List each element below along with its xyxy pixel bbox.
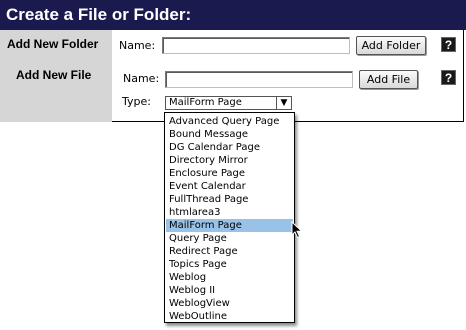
file-type-label: Type:: [122, 95, 151, 108]
folder-name-label: Name:: [119, 39, 156, 52]
type-option[interactable]: Weblog II: [166, 284, 293, 297]
add-new-folder-label: Add New Folder: [7, 37, 99, 51]
panel-title: Create a File or Folder:: [6, 5, 192, 24]
type-option[interactable]: FullThread Page: [166, 193, 293, 206]
file-name-input[interactable]: [165, 71, 353, 88]
chevron-down-icon[interactable]: ▼: [276, 97, 291, 109]
type-option[interactable]: Bound Message: [166, 128, 293, 141]
type-option[interactable]: DG Calendar Page: [166, 141, 293, 154]
type-option[interactable]: Event Calendar: [166, 180, 293, 193]
mouse-pointer-icon: [291, 221, 303, 239]
add-new-file-label: Add New File: [16, 68, 92, 82]
folder-name-input[interactable]: [162, 37, 350, 54]
type-option[interactable]: htmlarea3: [166, 206, 293, 219]
file-type-select[interactable]: MailForm Page ▼: [165, 96, 292, 110]
type-option[interactable]: WeblogView: [166, 297, 293, 310]
type-option[interactable]: MailForm Page: [166, 219, 293, 232]
type-option[interactable]: Enclosure Page: [166, 167, 293, 180]
type-option[interactable]: Query Page: [166, 232, 293, 245]
file-name-label: Name:: [123, 72, 160, 85]
type-option[interactable]: Directory Mirror: [166, 154, 293, 167]
type-option[interactable]: Redirect Page: [166, 245, 293, 258]
type-option[interactable]: Advanced Query Page: [166, 115, 293, 128]
type-option[interactable]: Weblog: [166, 271, 293, 284]
add-file-button[interactable]: Add File: [359, 70, 418, 89]
file-type-selected-value: MailForm Page: [169, 97, 242, 108]
add-folder-button[interactable]: Add Folder: [356, 36, 426, 55]
file-type-dropdown-list: Advanced Query Page Bound Message DG Calen…: [164, 112, 295, 323]
type-option[interactable]: Topics Page: [166, 258, 293, 271]
panel-header: Create a File or Folder:: [0, 0, 466, 30]
help-icon[interactable]: ?: [441, 70, 456, 85]
type-option[interactable]: WebOutline: [166, 310, 293, 323]
help-icon[interactable]: ?: [441, 37, 456, 52]
